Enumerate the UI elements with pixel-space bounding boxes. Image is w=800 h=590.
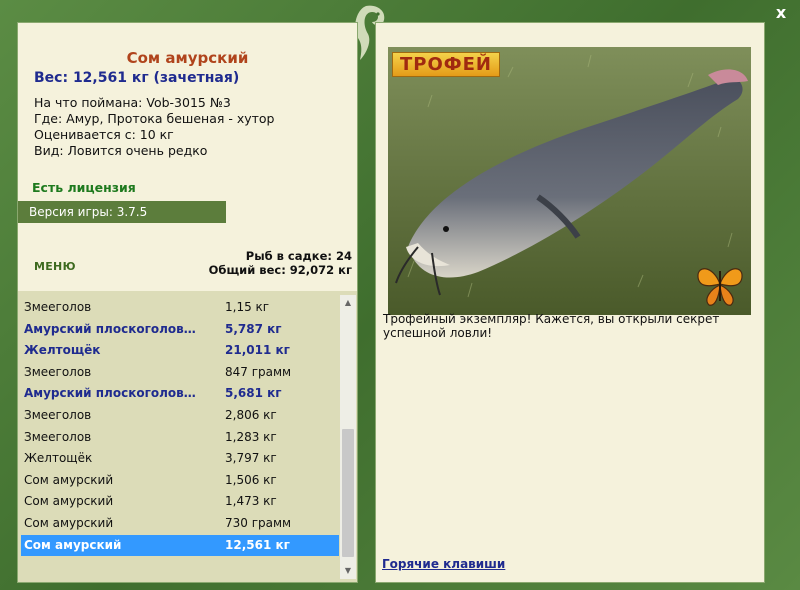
scroll-thumb[interactable]	[342, 429, 354, 557]
catch-weight: 1,15 кг	[225, 300, 270, 314]
catch-name: Амурский плоскоголов…	[24, 321, 196, 336]
catch-weight: 5,787 кг	[225, 321, 282, 336]
list-item[interactable]: Змееголов 1,283 кг	[21, 427, 339, 449]
scroll-down-icon[interactable]: ▼	[340, 563, 356, 579]
catch-weight: 730 грамм	[225, 515, 292, 530]
catch-name: Змееголов	[24, 364, 92, 379]
fish-photo: ТРОФЕЙ	[388, 47, 751, 315]
list-item[interactable]: Змееголов 1,15 кг	[21, 297, 339, 319]
catch-name: Желтощёк	[24, 451, 93, 466]
license-status: Есть лицензия	[32, 180, 136, 195]
catch-weight: 3,797 кг	[225, 451, 277, 466]
catch-list-scrollbar[interactable]: ▲ ▼	[340, 295, 356, 579]
list-item[interactable]: Сом амурский 1,473 кг	[21, 491, 339, 513]
list-item[interactable]: Амурский плоскоголов… 5,787 кг	[21, 319, 339, 341]
catch-name: Змееголов	[24, 407, 92, 422]
catch-name: Сом амурский	[24, 494, 114, 509]
catch-name: Сом амурский	[24, 472, 114, 487]
scroll-up-icon[interactable]: ▲	[340, 295, 356, 311]
catch-name: Змееголов	[24, 300, 92, 314]
list-item[interactable]: Змееголов 2,806 кг	[21, 405, 339, 427]
menu-button[interactable]: МЕНЮ	[34, 260, 76, 273]
catch-name: Змееголов	[24, 429, 92, 444]
fish-weight: Вес: 12,561 кг (зачетная)	[34, 70, 240, 86]
catch-weight: 12,561 кг	[225, 537, 290, 552]
hotkeys-link[interactable]: Горячие клавиши	[382, 557, 505, 571]
catch-weight: 1,506 кг	[225, 472, 277, 487]
trophy-panel: ТРОФЕЙ Трофейный экземпляр! Кажется, вы …	[375, 22, 765, 583]
catch-list-area: Змееголов 1,15 кг Амурский плоскоголов… 5,7…	[18, 291, 357, 582]
catch-weight: 1,473 кг	[225, 494, 277, 509]
fish-count: Рыб в садке: 24	[245, 249, 352, 263]
catch-name: Амурский плоскоголов…	[24, 386, 196, 401]
catch-weight: 847 грамм	[225, 364, 292, 379]
catch-name: Желтощёк	[24, 343, 101, 358]
catch-list[interactable]: Змееголов 1,15 кг Амурский плоскоголов… 5,7…	[21, 297, 339, 579]
catch-weight: 21,011 кг	[225, 343, 290, 358]
catch-weight: 5,681 кг	[225, 386, 282, 401]
game-window: x Сом амурский Вес: 12,561 кг (зачетная)…	[0, 0, 800, 590]
list-item[interactable]: Желтощёк 3,797 кг	[21, 448, 339, 470]
catch-name: Сом амурский	[24, 515, 114, 530]
rating-line: Оценивается с: 10 кг	[34, 127, 174, 142]
location-line: Где: Амур, Протока бешеная - хутор	[34, 111, 275, 126]
fish-info-panel: Сом амурский Вес: 12,561 кг (зачетная) Н…	[17, 22, 358, 583]
total-weight: Общий вес: 92,072 кг	[208, 263, 352, 277]
list-item[interactable]: Сом амурский 12,561 кг	[21, 534, 339, 557]
close-icon[interactable]: x	[772, 4, 790, 22]
list-item[interactable]: Сом амурский 1,506 кг	[21, 470, 339, 492]
species-line: Вид: Ловится очень редко	[34, 143, 208, 158]
list-item[interactable]: Сом амурский 730 грамм	[21, 513, 339, 535]
catch-weight: 2,806 кг	[225, 407, 277, 422]
butterfly-icon	[697, 268, 743, 306]
list-item[interactable]: Змееголов 847 грамм	[21, 362, 339, 384]
fish-details: На что поймана: Vob-3015 №3 Где: Амур, П…	[34, 95, 275, 159]
list-item[interactable]: Амурский плоскоголов… 5,681 кг	[21, 383, 339, 405]
catch-name: Сом амурский	[24, 537, 122, 552]
catch-weight: 1,283 кг	[225, 429, 277, 444]
catch-stats: Рыб в садке: 24 Общий вес: 92,072 кг	[209, 249, 352, 277]
trophy-description: Трофейный экземпляр! Кажется, вы открыли…	[383, 312, 720, 340]
fish-title: Сом амурский	[126, 49, 249, 67]
trophy-badge: ТРОФЕЙ	[392, 52, 500, 77]
list-item[interactable]: Желтощёк 21,011 кг	[21, 340, 339, 362]
bait-line: На что поймана: Vob-3015 №3	[34, 95, 231, 110]
version-bar: Версия игры: 3.7.5	[18, 201, 226, 223]
